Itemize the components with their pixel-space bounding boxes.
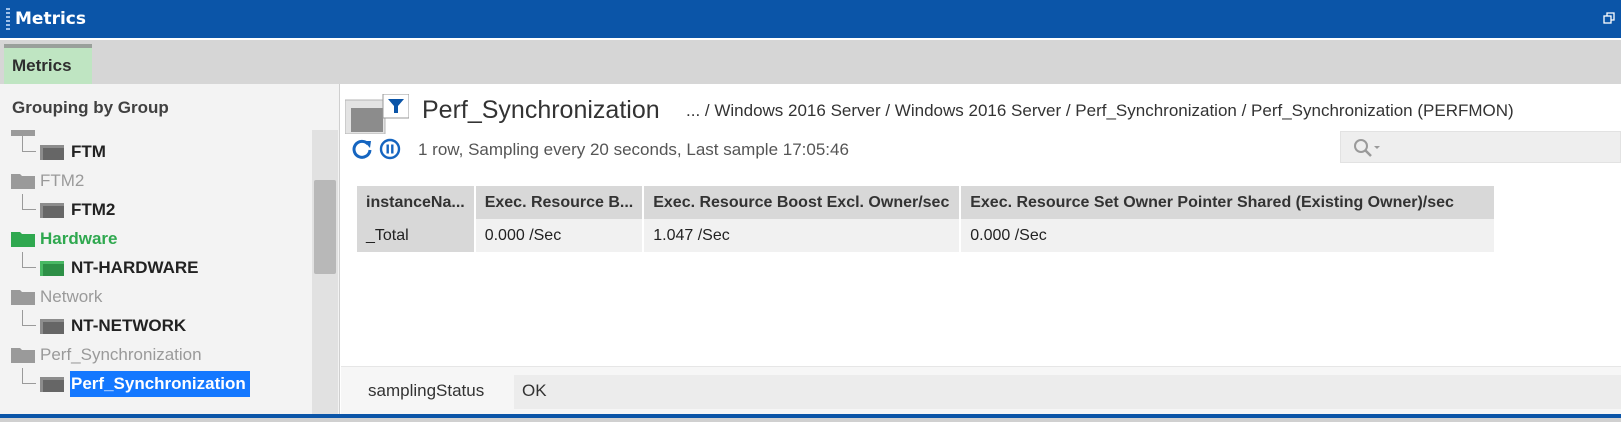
table-row[interactable]: _Total 0.000 /Sec 1.047 /Sec 0.000 /Sec bbox=[357, 219, 1497, 252]
column-header[interactable]: Exec. Resource Boost Excl. Owner/sec bbox=[643, 186, 962, 219]
breadcrumb: ... / Windows 2016 Server / Windows 2016… bbox=[686, 101, 1514, 120]
tree-item-label: Hardware bbox=[40, 229, 118, 248]
sampling-status-label: samplingStatus bbox=[368, 381, 485, 400]
search-input[interactable] bbox=[1340, 131, 1621, 163]
folder-icon bbox=[40, 261, 64, 276]
grip-icon[interactable] bbox=[6, 8, 10, 30]
column-header[interactable]: Exec. Resource Set Owner Pointer Shared … bbox=[960, 186, 1497, 219]
sampling-info: 1 row, Sampling every 20 seconds, Last s… bbox=[418, 140, 849, 159]
sampling-status-bar: samplingStatus OK bbox=[341, 366, 1621, 414]
search-icon bbox=[1354, 139, 1380, 157]
tree-group-ftm2[interactable]: FTM2 bbox=[0, 165, 312, 195]
tree-header: Grouping by Group bbox=[12, 98, 169, 117]
column-header[interactable]: instanceNa... bbox=[357, 186, 476, 219]
window-title: Metrics bbox=[15, 9, 86, 29]
pause-icon[interactable] bbox=[379, 138, 401, 160]
tree-item-label: FTM2 bbox=[71, 200, 116, 219]
tab-metrics[interactable]: Metrics bbox=[4, 44, 92, 84]
restore-window-icon[interactable] bbox=[1603, 12, 1615, 24]
title-bar: Metrics bbox=[0, 0, 1621, 38]
group-tree: FTM FTM2 FTM2 Hardware NT-HARDWARE Netwo… bbox=[0, 130, 312, 414]
group-tree-pane: Grouping by Group FTM FTM2 FTM2 Hardware… bbox=[0, 84, 340, 414]
table-cell: 1.047 /Sec bbox=[643, 219, 962, 252]
window-footer bbox=[0, 414, 1621, 422]
tree-item-label: Perf_Synchronization bbox=[40, 345, 202, 364]
sampling-status-value-box: OK bbox=[514, 375, 1621, 409]
tree-leaf-perf-synchronization[interactable]: Perf_Synchronization bbox=[0, 368, 312, 398]
refresh-icon[interactable] bbox=[351, 138, 373, 160]
tree-leaf-ftm[interactable]: FTM bbox=[0, 136, 312, 166]
table-cell: _Total bbox=[357, 219, 476, 252]
tree-leaf-nt-network[interactable]: NT-NETWORK bbox=[0, 310, 312, 340]
tree-leaf-ftm2[interactable]: FTM2 bbox=[0, 194, 312, 224]
folder-icon bbox=[40, 203, 64, 218]
folder-icon bbox=[11, 232, 35, 247]
tree-item-label: Network bbox=[40, 287, 103, 306]
tree-leaf-nt-hardware[interactable]: NT-HARDWARE bbox=[0, 252, 312, 282]
tree-group-hardware[interactable]: Hardware bbox=[0, 223, 312, 253]
column-header[interactable]: Exec. Resource B... bbox=[474, 186, 645, 219]
folder-icon bbox=[11, 348, 35, 363]
tree-item-label: FTM2 bbox=[40, 171, 85, 190]
tree-group-network[interactable]: Network bbox=[0, 281, 312, 311]
table-cell: 0.000 /Sec bbox=[960, 219, 1497, 252]
page-title: Perf_Synchronization bbox=[422, 96, 660, 124]
tree-item-label: Perf_Synchronization bbox=[70, 371, 250, 397]
tree-item-label: FTM bbox=[71, 142, 106, 161]
tree-item-label: NT-NETWORK bbox=[71, 316, 187, 335]
folder-icon bbox=[40, 377, 64, 392]
folder-icon bbox=[11, 290, 35, 305]
table-cell: 0.000 /Sec bbox=[474, 219, 645, 252]
filter-icon[interactable] bbox=[345, 94, 409, 134]
tree-scrollbar-thumb[interactable] bbox=[314, 180, 336, 274]
tab-metrics-label: Metrics bbox=[12, 56, 72, 75]
sampling-status-value: OK bbox=[522, 381, 547, 400]
folder-icon bbox=[11, 174, 35, 189]
tree-group-perf-synchronization[interactable]: Perf_Synchronization bbox=[0, 339, 312, 369]
metrics-table: instanceNa... Exec. Resource B... Exec. … bbox=[357, 186, 1497, 252]
folder-icon bbox=[40, 319, 64, 334]
metrics-pane: Perf_Synchronization ... / Windows 2016 … bbox=[341, 84, 1621, 414]
tab-strip: Metrics bbox=[0, 40, 1621, 84]
tree-item-label: NT-HARDWARE bbox=[71, 258, 199, 277]
folder-icon bbox=[40, 145, 64, 160]
